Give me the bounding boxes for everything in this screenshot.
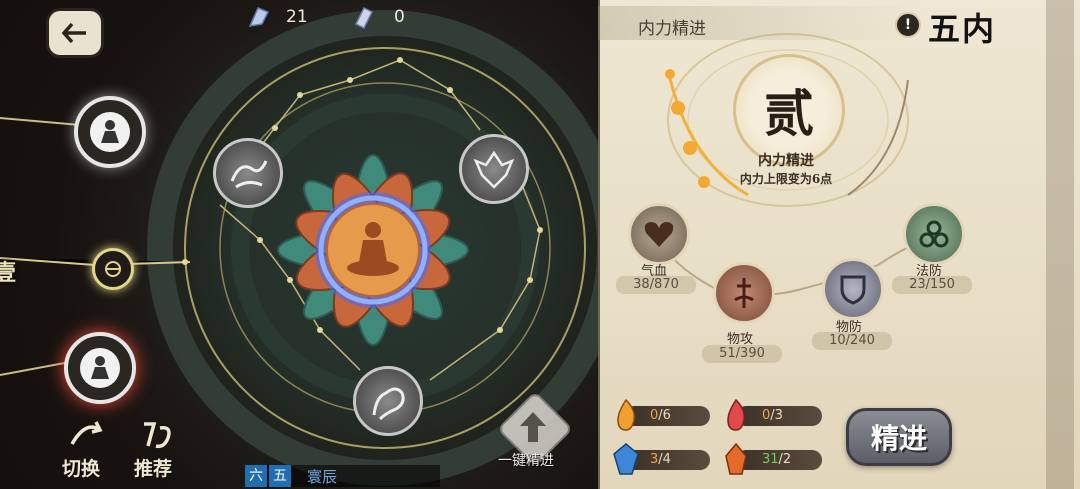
stat-node-pdef[interactable] (822, 258, 884, 320)
dragon-icon (230, 160, 268, 189)
big-seal-char: 贰 (764, 84, 814, 143)
meditate-node-top[interactable] (74, 96, 146, 168)
link-node[interactable] (92, 248, 134, 290)
swap-icon (70, 421, 103, 445)
stat-patk-value: 51/390 (702, 345, 782, 363)
up-arrow-icon (520, 412, 546, 442)
stat-mdef-value: 23/150 (892, 276, 972, 294)
skill-tree-scene: 壹 21 0 切换 推荐 六 五 寰辰 一键精进 (0, 0, 598, 489)
currency1-value: 21 (286, 7, 308, 27)
resource-3-total: /4 (658, 452, 671, 467)
switch-button[interactable]: 切换 (58, 418, 114, 480)
info-icon: ! (904, 17, 912, 33)
stat-node-mdef[interactable] (903, 203, 965, 265)
sword-icon (734, 278, 754, 308)
beast-head-icon (473, 150, 515, 189)
stat-hp-value: 38/870 (616, 276, 696, 294)
panel-header-title: 内力精进 (638, 19, 706, 39)
compass-icon (105, 261, 121, 277)
one-click-refine-button[interactable]: 一键精进 (496, 390, 574, 474)
beast-skill-node[interactable] (459, 134, 529, 204)
stat-pdef-value: 10/240 (812, 332, 892, 350)
resource-2-total: /3 (770, 408, 783, 423)
tab-five[interactable]: 五 (269, 465, 291, 487)
one-click-label: 一键精进 (498, 453, 554, 469)
triskelion-icon (919, 220, 949, 248)
red-flame-icon (727, 398, 746, 431)
back-button[interactable] (46, 8, 104, 58)
currency-bar: 21 0 (246, 4, 426, 30)
resource-1-total: /6 (658, 408, 671, 423)
recommend-icon (144, 422, 171, 449)
currency2-value: 0 (394, 7, 405, 27)
lotus-core-icon[interactable] (268, 145, 478, 355)
refine-panel: 内力精进 ! 五内 贰 内力精进 内力上限变为6点 气血 38/870 物攻 5… (598, 0, 1080, 489)
panel-header: 内力精进 (598, 6, 918, 40)
fire-crystal-icon (725, 442, 747, 475)
resource-4-total: /2 (778, 452, 792, 467)
flame-trail-icon (665, 69, 710, 188)
crystal-feather-icon (248, 7, 270, 27)
recommend-button[interactable]: 推荐 (130, 418, 186, 480)
meditate-node-bottom[interactable] (64, 332, 136, 404)
blue-crystal-icon (613, 443, 639, 475)
tab-strip: 六 五 寰辰 (245, 465, 440, 487)
seal-title: 内力精进 (758, 153, 814, 169)
back-arrow-icon (61, 22, 86, 44)
refine-button-label: 精进 (870, 422, 927, 455)
edge-label: 壹 (0, 260, 17, 286)
meditation-icon (90, 112, 130, 152)
stat-node-hp[interactable] (628, 203, 690, 265)
jade-token-icon (354, 6, 374, 30)
recommend-label: 推荐 (134, 458, 173, 480)
tab-caption: 寰辰 (307, 468, 338, 486)
qilin-skill-node[interactable] (353, 366, 423, 436)
stat-node-patk[interactable] (713, 262, 775, 324)
shield-icon (840, 275, 866, 305)
dragon-skill-node[interactable] (213, 138, 283, 208)
qilin-icon (372, 387, 405, 421)
heart-icon (644, 222, 674, 247)
info-button[interactable]: ! (895, 12, 921, 38)
refine-button[interactable]: 精进 (846, 408, 952, 466)
meditation-icon (80, 348, 120, 388)
resource-4-current: 31 (762, 452, 779, 467)
switch-label: 切换 (62, 458, 101, 480)
seal-description: 内力上限变为6点 (739, 172, 833, 186)
corner-title: 五内 (928, 10, 997, 48)
tab-six[interactable]: 六 (245, 465, 267, 487)
orange-flame-icon (617, 398, 636, 431)
